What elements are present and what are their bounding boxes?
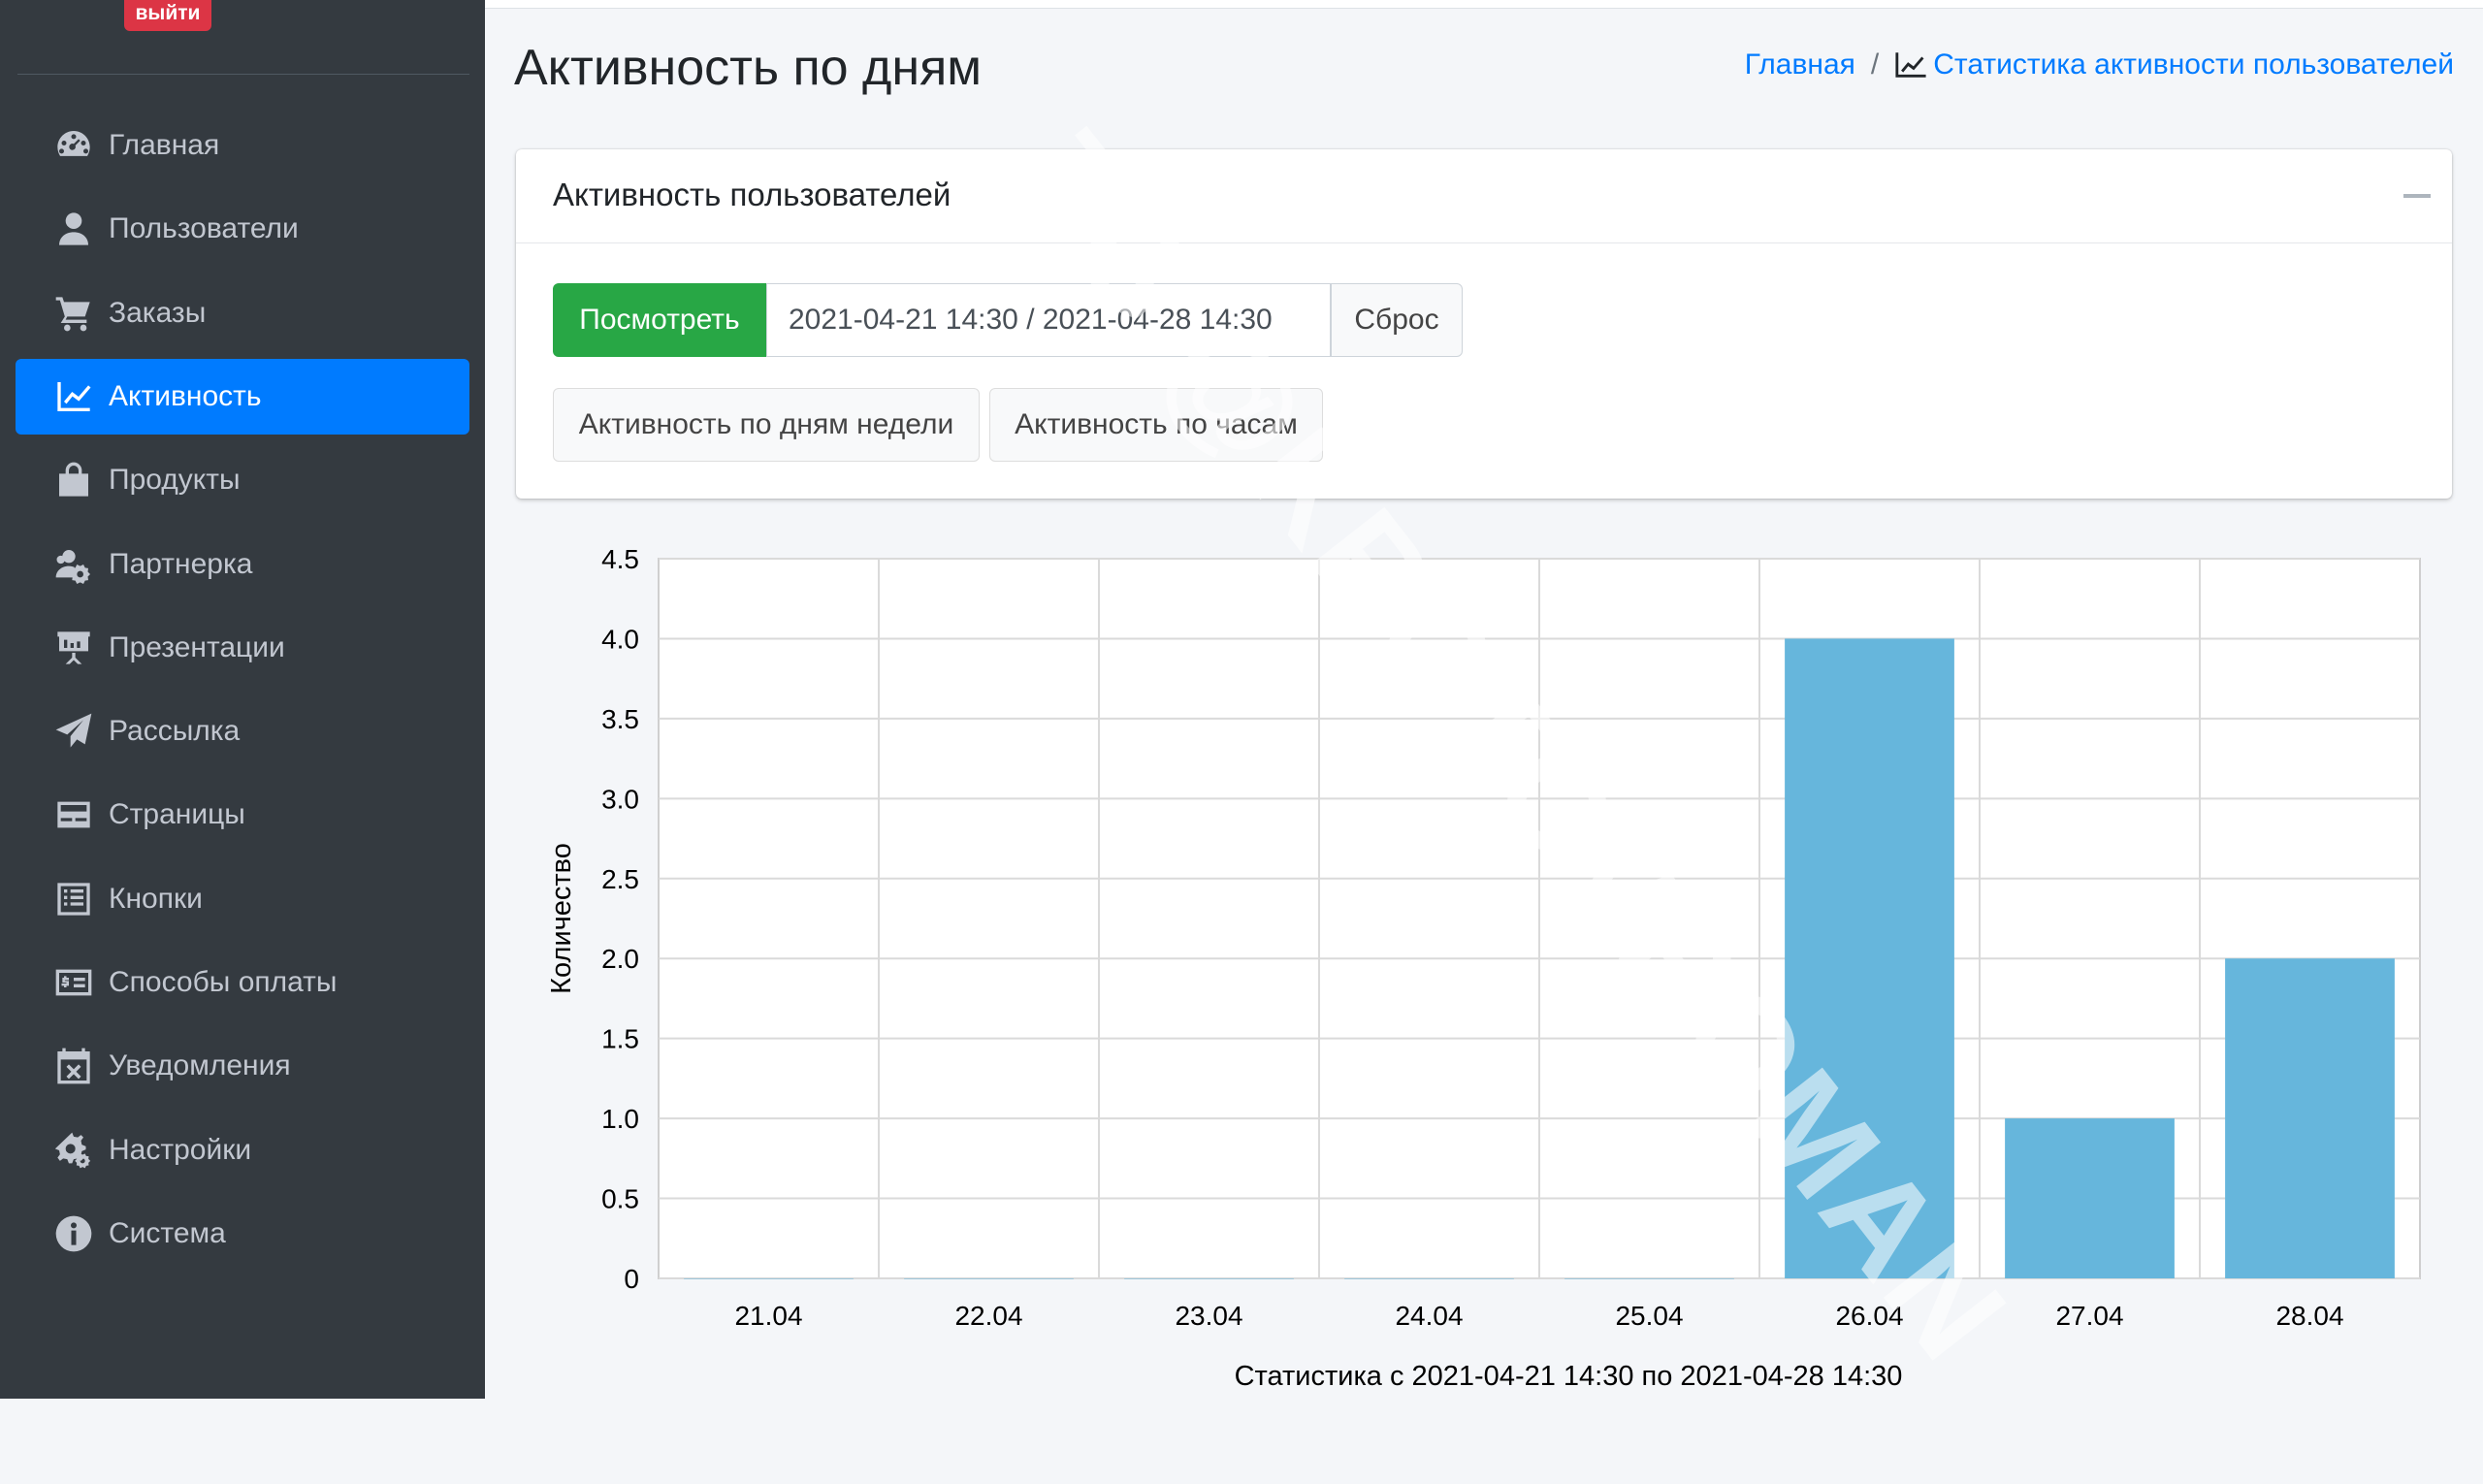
sidebar-item-label: Партнерка: [109, 547, 253, 580]
breadcrumb: Главная / Статистика активности пользова…: [1745, 48, 2454, 81]
view-button[interactable]: Посмотреть: [553, 283, 766, 357]
breadcrumb-home-link[interactable]: Главная: [1745, 48, 1855, 81]
sidebar-item-label: Уведомления: [109, 1049, 291, 1082]
y-tick-label: 4.5: [601, 544, 639, 574]
info-icon: [52, 1212, 95, 1255]
y-tick-label: 2.0: [601, 944, 639, 974]
bar: [1785, 638, 1954, 1278]
dashboard-icon: [52, 124, 95, 167]
bar: [1344, 1278, 1514, 1279]
breadcrumb-separator: /: [1870, 48, 1880, 81]
sidebar-item-label: Настройки: [109, 1133, 252, 1166]
chart-line-icon: [1895, 52, 1926, 78]
y-tick-label: 0.5: [601, 1184, 639, 1214]
bar: [2225, 958, 2395, 1278]
sidebar-item-label: Заказы: [109, 296, 207, 329]
sidebar-item-label: Презентации: [109, 630, 285, 663]
logout-button[interactable]: выйти: [124, 0, 211, 31]
y-tick-label: 1.0: [601, 1104, 639, 1134]
cart-icon: [52, 292, 95, 335]
activity-card: Активность пользователей Посмотреть 2021…: [516, 149, 2452, 499]
user-icon: [52, 208, 95, 250]
sidebar-item-label: Продукты: [109, 464, 241, 497]
list-icon: [52, 878, 95, 920]
x-tick-label: 26.04: [1835, 1301, 1903, 1331]
card-title: Активность пользователей: [553, 177, 951, 212]
sidebar-item-label: Кнопки: [109, 882, 203, 915]
card-header: Активность пользователей: [516, 149, 2452, 243]
x-tick-label: 28.04: [2275, 1301, 2343, 1331]
bar: [1564, 1278, 1734, 1279]
payment-card-icon: [52, 961, 95, 1004]
weekday-activity-button[interactable]: Активность по дням недели: [553, 388, 980, 462]
calendar-x-icon: [52, 1045, 95, 1087]
sidebar-item-2[interactable]: Заказы: [16, 275, 469, 351]
sidebar-item-7[interactable]: Рассылка: [16, 694, 469, 769]
presentation-icon: [52, 627, 95, 669]
sidebar: выйти Главная Пользователи Заказы Активност…: [0, 0, 485, 1399]
sidebar-item-10[interactable]: Способы оплаты: [16, 945, 469, 1020]
sidebar-item-label: Система: [109, 1216, 226, 1249]
x-tick-label: 21.04: [734, 1301, 802, 1331]
sidebar-item-13[interactable]: Система: [16, 1196, 469, 1272]
breadcrumb-current-link[interactable]: Статистика активности пользователей: [1933, 48, 2454, 81]
x-axis-title: Статистика с 2021-04-21 14:30 по 2021-04…: [1235, 1361, 1903, 1392]
bag-icon: [52, 459, 95, 501]
sidebar-item-5[interactable]: Партнерка: [16, 527, 469, 602]
sidebar-item-3[interactable]: Активность: [16, 358, 469, 435]
bar: [1124, 1278, 1294, 1279]
bar: [684, 1278, 854, 1279]
top-navbar: [485, 0, 2483, 9]
sidebar-item-8[interactable]: Страницы: [16, 777, 469, 853]
y-axis-title: Количество: [546, 843, 577, 994]
sidebar-item-9[interactable]: Кнопки: [16, 861, 469, 937]
y-tick-label: 3.5: [601, 704, 639, 734]
collapse-minus-icon[interactable]: [2403, 194, 2431, 198]
sidebar-item-label: Активность: [109, 379, 262, 412]
sidebar-item-4[interactable]: Продукты: [16, 442, 469, 518]
sidebar-item-6[interactable]: Презентации: [16, 610, 469, 686]
page-icon: [52, 793, 95, 836]
sidebar-item-label: Страницы: [109, 798, 245, 831]
y-tick-label: 4.0: [601, 624, 639, 654]
date-range-input[interactable]: 2021-04-21 14:30 / 2021-04-28 14:30: [766, 283, 1331, 357]
y-tick-label: 3.0: [601, 784, 639, 814]
sidebar-item-label: Способы оплаты: [109, 966, 338, 998]
x-tick-label: 22.04: [954, 1301, 1022, 1331]
x-tick-label: 27.04: [2055, 1301, 2123, 1331]
activity-bar-chart: 0 0.5 1.0 1.5 2.0 2.5 3.0 3.5 4.0 4.5 21.04 22.04 23…: [546, 544, 2421, 1392]
sidebar-item-1[interactable]: Пользователи: [16, 191, 469, 267]
sidebar-divider: [17, 74, 469, 75]
x-tick-label: 25.04: [1615, 1301, 1683, 1331]
users-cog-icon: [52, 543, 95, 586]
y-tick-label: 1.5: [601, 1024, 639, 1054]
bar: [904, 1278, 1074, 1279]
chart-line-icon: [52, 375, 95, 418]
x-tick-label: 24.04: [1395, 1301, 1463, 1331]
sidebar-item-0[interactable]: Главная: [16, 108, 469, 183]
gears-icon: [52, 1129, 95, 1172]
page-title: Активность по дням: [514, 40, 982, 96]
sidebar-item-11[interactable]: Уведомления: [16, 1028, 469, 1104]
sidebar-item-label: Пользователи: [109, 212, 299, 245]
bar: [2005, 1118, 2175, 1278]
paper-plane-icon: [52, 710, 95, 753]
reset-button[interactable]: Сброс: [1331, 283, 1463, 357]
sidebar-item-label: Главная: [109, 129, 220, 161]
y-tick-label: 0: [624, 1264, 639, 1294]
sidebar-item-label: Рассылка: [109, 715, 241, 748]
x-tick-label: 23.04: [1175, 1301, 1242, 1331]
sidebar-item-12[interactable]: Настройки: [16, 1113, 469, 1188]
hourly-activity-button[interactable]: Активность по часам: [989, 388, 1323, 462]
y-tick-label: 2.5: [601, 864, 639, 894]
